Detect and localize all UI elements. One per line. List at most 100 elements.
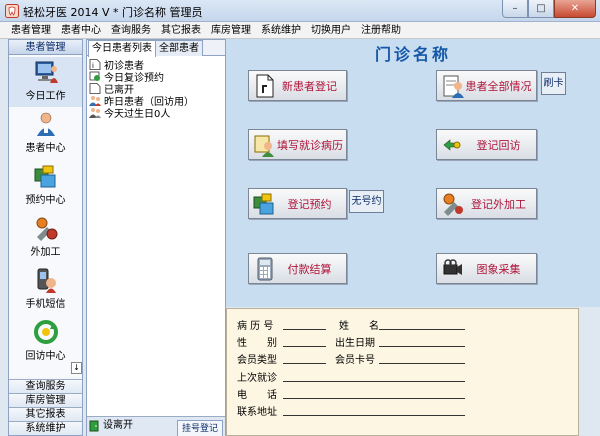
- button-label: 新患者登记: [282, 79, 337, 93]
- nav-item-external-processing[interactable]: 外加工: [9, 213, 82, 263]
- member-type-value: [283, 363, 326, 364]
- register-appointment-button[interactable]: 登记预约: [248, 188, 347, 219]
- people-icon: [89, 95, 101, 106]
- nav-header-patient-management[interactable]: 患者管理: [9, 40, 82, 55]
- camera-icon: [443, 258, 462, 275]
- label-member-type: 会员类型: [237, 355, 277, 366]
- new-patient-register-button[interactable]: 新患者登记: [248, 70, 347, 101]
- panel-footer: 设离开 挂号登记: [87, 416, 225, 436]
- minimize-button[interactable]: –: [502, 0, 528, 18]
- calculator-icon: [257, 257, 273, 280]
- label-last-visit: 上次就诊: [237, 373, 277, 384]
- last-visit-value: [283, 381, 465, 382]
- register-external-processing-button[interactable]: 登记外加工: [436, 188, 537, 219]
- birthday-icon: [89, 107, 101, 118]
- name-value: [379, 329, 465, 330]
- processing-icon: [36, 217, 58, 241]
- label-gender: 性 别: [237, 338, 277, 349]
- button-label: 付款结算: [287, 262, 332, 276]
- window-title: 轻松牙医 2014 V * 门诊名称 管理员: [23, 6, 203, 19]
- image-capture-button[interactable]: 图象采集: [436, 253, 537, 284]
- callback-arrow-icon: [443, 138, 461, 151]
- tree-label: 今天过生日0人: [104, 108, 171, 120]
- button-label: 登记预约: [287, 197, 332, 211]
- nav-section-other-reports[interactable]: 其它报表: [9, 407, 82, 421]
- nav-label: 外加工: [30, 247, 61, 258]
- appointment-icon: [34, 165, 56, 188]
- tab-today-patients[interactable]: 今日患者列表: [88, 40, 156, 57]
- patient-icon: [37, 112, 55, 136]
- maximize-button[interactable]: □: [528, 0, 554, 18]
- button-label: 填写就诊病历: [277, 138, 343, 152]
- button-label: 患者全部情况: [465, 79, 532, 93]
- clinic-title: 门诊名称: [374, 45, 451, 64]
- member-card-value: [379, 363, 465, 364]
- appointment-icon: [253, 193, 274, 214]
- gender-value: [283, 346, 326, 347]
- nav-item-mobile-sms[interactable]: 手机短信: [9, 265, 82, 315]
- label-name: 姓 名: [339, 321, 379, 332]
- set-left-button[interactable]: 设离开: [89, 419, 133, 433]
- main-dashboard: 门诊名称 新患者登记 患者全部情况 刷卡 填写就诊病历 登记回访 登记预约 无号…: [226, 39, 600, 307]
- patient-record-icon: [443, 75, 464, 98]
- payment-settlement-button[interactable]: 付款结算: [248, 253, 347, 284]
- new-document-icon: [256, 74, 274, 97]
- label-address: 联系地址: [237, 407, 277, 418]
- fill-medical-record-button[interactable]: 填写就诊病历: [248, 129, 347, 160]
- title-bar: 轻松牙医 2014 V * 门诊名称 管理员 – □ ✕: [0, 0, 600, 22]
- label-phone: 电 话: [237, 390, 277, 401]
- patient-list-panel: 今日患者列表 全部患者 i 初诊患者 今日复诊预约 已离开 昨日患者（回访用） …: [86, 39, 226, 436]
- callback-icon: [34, 320, 58, 344]
- menu-patient-center[interactable]: 患者中心: [56, 22, 106, 38]
- medical-record-icon: [254, 135, 274, 157]
- menu-register-help[interactable]: 注册帮助: [356, 22, 406, 38]
- return-visit-icon: [89, 71, 100, 81]
- swipe-card-button[interactable]: 刷卡: [541, 72, 566, 95]
- address-value: [283, 415, 465, 416]
- patient-all-info-button[interactable]: 患者全部情况: [436, 70, 537, 101]
- birthday-value: [379, 346, 465, 347]
- patient-info-panel: 病 历 号 姓 名 性 别 出生日期 会员类型 会员卡号 上次就诊 电 话 联系…: [226, 308, 579, 436]
- nav-scroll-down-icon[interactable]: ↓: [71, 362, 82, 374]
- no-number-appointment-button[interactable]: 无号约: [349, 190, 384, 213]
- menu-warehouse[interactable]: 库房管理: [206, 22, 256, 38]
- nav-label: 回访中心: [25, 351, 66, 362]
- nav-section-system-maintenance[interactable]: 系统维护: [9, 421, 82, 435]
- nav-label: 预约中心: [25, 195, 66, 206]
- menu-query-service[interactable]: 查询服务: [106, 22, 156, 38]
- tab-strip: 今日患者列表 全部患者: [87, 40, 225, 57]
- nav-item-patient-center[interactable]: 患者中心: [9, 109, 82, 159]
- menu-patient-management[interactable]: 患者管理: [6, 22, 56, 38]
- register-callback-button[interactable]: 登记回访: [436, 129, 537, 160]
- processing-icon: [443, 193, 463, 216]
- door-icon: [89, 420, 99, 432]
- nav-section-query-service[interactable]: 查询服务: [9, 379, 82, 393]
- nav-label: 手机短信: [25, 299, 66, 310]
- patient-tree: i 初诊患者 今日复诊预约 已离开 昨日患者（回访用） 今天过生日0人: [89, 58, 194, 120]
- menu-other-reports[interactable]: 其它报表: [156, 22, 206, 38]
- menu-bar: 患者管理 患者中心 查询服务 其它报表 库房管理 系统维护 切换用户 注册帮助: [0, 22, 600, 39]
- tab-all-patients[interactable]: 全部患者: [155, 40, 203, 56]
- label-member-card: 会员卡号: [335, 355, 375, 366]
- nav-item-today-work[interactable]: 今日工作: [9, 57, 82, 107]
- nav-item-callback-center[interactable]: 回访中心: [9, 317, 82, 367]
- register-button[interactable]: 挂号登记: [177, 420, 223, 436]
- document-icon: [89, 82, 101, 94]
- close-button[interactable]: ✕: [554, 0, 596, 18]
- label-record-number: 病 历 号: [237, 321, 274, 332]
- nav-item-appointment-center[interactable]: 预约中心: [9, 161, 82, 211]
- set-left-label: 设离开: [103, 420, 133, 431]
- menu-system-maintenance[interactable]: 系统维护: [256, 22, 306, 38]
- button-label: 图象采集: [476, 262, 521, 276]
- record-number-value: [283, 329, 326, 330]
- menu-switch-user[interactable]: 切换用户: [306, 22, 356, 38]
- nav-section-warehouse[interactable]: 库房管理: [9, 393, 82, 407]
- nav-body: 今日工作 患者中心 预约中心 外加工 手机短信 回访中心 ↓: [9, 55, 82, 377]
- computer-user-icon: [35, 61, 58, 83]
- right-gutter: [579, 308, 600, 436]
- button-label: 登记外加工: [471, 197, 526, 211]
- button-label: 登记回访: [476, 138, 521, 152]
- new-document-icon: i: [89, 58, 101, 70]
- mobile-sms-icon: [37, 268, 56, 293]
- tree-item-birthday[interactable]: 今天过生日0人: [89, 106, 194, 120]
